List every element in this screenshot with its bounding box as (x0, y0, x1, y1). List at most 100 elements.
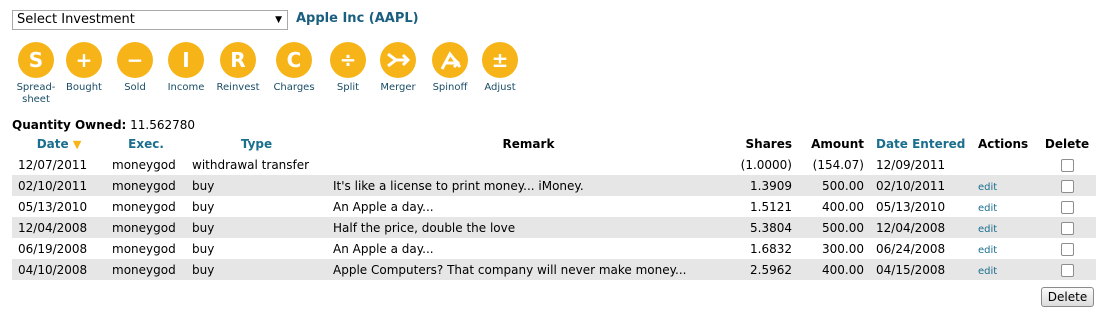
income-icon: I (168, 42, 204, 78)
remark-column-header: Remark (502, 136, 555, 151)
row-date-entered: 12/09/2011 (876, 157, 946, 172)
row-date-entered: 06/24/2008 (876, 241, 946, 256)
table-row: 04/10/2008 moneygod buy Apple Computers?… (12, 259, 1096, 280)
row-date: 04/10/2008 (12, 259, 106, 280)
row-remark: An Apple a day... (333, 199, 434, 214)
sort-down-icon: ▼ (72, 137, 82, 151)
income-label: Income (167, 82, 205, 93)
edit-link[interactable]: edit (978, 203, 997, 214)
table-row: 06/19/2008 moneygod buy An Apple a day..… (12, 238, 1096, 259)
row-date: 06/19/2008 (18, 241, 88, 256)
edit-link[interactable]: edit (978, 245, 997, 256)
row-type: buy (192, 241, 215, 256)
row-shares: 1.3909 (730, 175, 798, 196)
split-button[interactable]: ÷ Split (324, 42, 372, 94)
merger-label: Merger (380, 82, 416, 93)
edit-link[interactable]: edit (978, 182, 997, 193)
delete-button[interactable]: Delete (1041, 287, 1094, 307)
income-button[interactable]: I Income (162, 42, 210, 94)
delete-checkbox[interactable] (1060, 179, 1074, 193)
row-remark: Half the price, double the love (327, 217, 730, 238)
row-exec: moneygod (106, 217, 186, 238)
edit-link[interactable]: edit (978, 224, 997, 235)
row-amount: 300.00 (822, 241, 864, 256)
row-remark: It's like a license to print money... iM… (327, 175, 730, 196)
quantity-value: 11.562780 (130, 118, 196, 132)
bought-button[interactable]: + Bought (60, 42, 108, 94)
spinoff-label: Spinoff (432, 82, 468, 93)
delete-checkbox[interactable] (1060, 242, 1074, 256)
row-type: buy (192, 199, 215, 214)
reinvest-button[interactable]: R Reinvest (214, 42, 262, 94)
table-header-row: Date ▼ Exec. Type Remark Shares Amount D… (12, 133, 1096, 154)
spinoff-button[interactable]: Spinoff (426, 42, 474, 94)
spreadsheet-button[interactable]: S Spread-sheet (12, 42, 60, 106)
exec-column-header[interactable]: Exec. (106, 133, 186, 154)
charges-button[interactable]: C Charges (270, 42, 318, 94)
row-type: buy (186, 259, 327, 280)
spinoff-icon (432, 42, 468, 78)
sold-label: Sold (124, 82, 146, 93)
row-type: buy (186, 217, 327, 238)
investment-select-value: Select Investment (17, 12, 135, 27)
row-action (972, 154, 1038, 175)
table-row: 12/07/2011 moneygod withdrawal transfer … (12, 154, 1096, 175)
charges-label: Charges (273, 82, 315, 93)
row-date-entered: 12/04/2008 (870, 217, 972, 238)
delete-checkbox[interactable] (1060, 158, 1074, 172)
row-shares: 1.6832 (750, 241, 792, 256)
row-shares: 2.5962 (730, 259, 798, 280)
spreadsheet-label: Spread-sheet (16, 82, 56, 105)
investment-title: Apple Inc (AAPL) (296, 11, 419, 26)
delete-checkbox[interactable] (1060, 221, 1074, 235)
row-amount: 500.00 (798, 175, 870, 196)
reinvest-label: Reinvest (216, 82, 260, 93)
row-remark: Apple Computers? That company will never… (327, 259, 730, 280)
merger-button[interactable]: Merger (374, 42, 422, 94)
row-type: withdrawal transfer (192, 157, 310, 172)
row-amount: (154.07) (812, 157, 864, 172)
delete-checkbox[interactable] (1060, 263, 1074, 277)
row-shares: (1.0000) (740, 157, 792, 172)
plus-icon: + (66, 42, 102, 78)
bought-label: Bought (66, 82, 102, 93)
quantity-owned: Quantity Owned: 11.562780 (12, 118, 195, 132)
row-date: 05/13/2010 (18, 199, 88, 214)
adjust-button[interactable]: ± Adjust (476, 42, 524, 94)
delete-checkbox[interactable] (1060, 200, 1074, 214)
amount-column-header: Amount (811, 136, 864, 151)
sold-button[interactable]: − Sold (111, 42, 159, 94)
row-shares: 1.5121 (750, 199, 792, 214)
row-exec: moneygod (112, 199, 176, 214)
split-label: Split (336, 82, 360, 93)
row-amount: 400.00 (822, 199, 864, 214)
row-exec: moneygod (112, 241, 176, 256)
table-row: 05/13/2010 moneygod buy An Apple a day..… (12, 196, 1096, 217)
table-row: 12/04/2008 moneygod buy Half the price, … (12, 217, 1096, 238)
adjust-icon: ± (482, 42, 518, 78)
adjust-label: Adjust (484, 82, 516, 93)
charges-icon: C (276, 42, 312, 78)
delete-column-header: Delete (1044, 136, 1090, 151)
row-remark (327, 154, 730, 175)
row-amount: 500.00 (798, 217, 870, 238)
row-exec: moneygod (112, 157, 176, 172)
minus-icon: − (117, 42, 153, 78)
date-entered-column-header[interactable]: Date Entered (870, 133, 972, 154)
spreadsheet-icon: S (18, 42, 54, 78)
row-date: 12/04/2008 (12, 217, 106, 238)
row-date: 12/07/2011 (18, 157, 88, 172)
edit-link[interactable]: edit (978, 266, 997, 277)
row-date-entered: 04/15/2008 (870, 259, 972, 280)
row-amount: 400.00 (798, 259, 870, 280)
table-row: 02/10/2011 moneygod buy It's like a lice… (12, 175, 1096, 196)
investment-select[interactable]: Select Investment ▼ (12, 10, 288, 30)
transactions-table: Date ▼ Exec. Type Remark Shares Amount D… (12, 133, 1096, 280)
quantity-label: Quantity Owned: (12, 118, 127, 132)
date-column-header[interactable]: Date ▼ (12, 133, 106, 154)
row-remark: An Apple a day... (333, 241, 434, 256)
type-column-header[interactable]: Type (186, 133, 327, 154)
row-exec: moneygod (106, 175, 186, 196)
shares-column-header: Shares (745, 136, 792, 151)
actions-column-header: Actions (978, 136, 1029, 151)
